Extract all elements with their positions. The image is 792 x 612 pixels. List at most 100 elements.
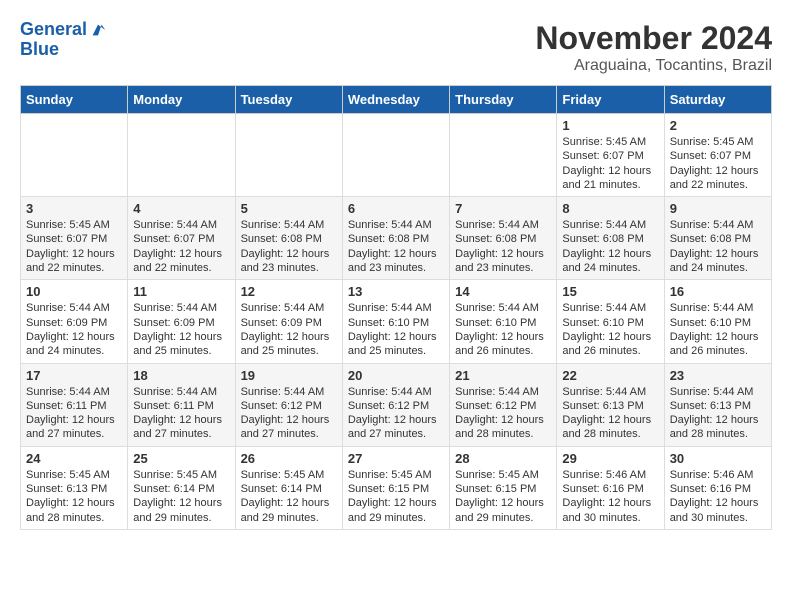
day-info: Sunset: 6:07 PM	[670, 149, 766, 163]
day-info: Daylight: 12 hours and 27 minutes.	[26, 413, 122, 442]
day-info: Daylight: 12 hours and 26 minutes.	[455, 330, 551, 359]
calendar-cell: 10Sunrise: 5:44 AMSunset: 6:09 PMDayligh…	[21, 280, 128, 363]
day-info: Sunrise: 5:44 AM	[562, 301, 658, 315]
calendar-cell: 21Sunrise: 5:44 AMSunset: 6:12 PMDayligh…	[450, 363, 557, 446]
day-info: Sunrise: 5:45 AM	[348, 468, 444, 482]
logo-icon	[89, 21, 107, 39]
weekday-header-friday: Friday	[557, 86, 664, 114]
day-number: 30	[670, 451, 766, 466]
day-info: Sunset: 6:13 PM	[562, 399, 658, 413]
day-info: Daylight: 12 hours and 26 minutes.	[562, 330, 658, 359]
calendar-cell: 5Sunrise: 5:44 AMSunset: 6:08 PMDaylight…	[235, 197, 342, 280]
calendar-cell: 23Sunrise: 5:44 AMSunset: 6:13 PMDayligh…	[664, 363, 771, 446]
day-info: Daylight: 12 hours and 27 minutes.	[348, 413, 444, 442]
location-subtitle: Araguaina, Tocantins, Brazil	[535, 57, 772, 75]
day-number: 26	[241, 451, 337, 466]
day-info: Sunrise: 5:44 AM	[133, 218, 229, 232]
calendar-week-1: 1Sunrise: 5:45 AMSunset: 6:07 PMDaylight…	[21, 114, 772, 197]
day-info: Sunrise: 5:44 AM	[133, 385, 229, 399]
day-number: 24	[26, 451, 122, 466]
month-title: November 2024	[535, 20, 772, 57]
day-info: Sunset: 6:08 PM	[670, 232, 766, 246]
calendar-cell: 22 Sunrise: 5:44 AMSunset: 6:13 PMDayligh…	[557, 363, 664, 446]
day-number: 7	[455, 201, 551, 216]
day-number: 25	[133, 451, 229, 466]
calendar-cell: 12Sunrise: 5:44 AMSunset: 6:09 PMDayligh…	[235, 280, 342, 363]
day-info: Daylight: 12 hours and 29 minutes.	[241, 496, 337, 525]
calendar-cell: 16Sunrise: 5:44 AMSunset: 6:10 PMDayligh…	[664, 280, 771, 363]
day-info: Sunset: 6:10 PM	[670, 316, 766, 330]
calendar-cell: 13Sunrise: 5:44 AMSunset: 6:10 PMDayligh…	[342, 280, 449, 363]
day-info: Sunrise: 5:44 AM	[241, 301, 337, 315]
day-number: 3	[26, 201, 122, 216]
day-number: 11	[133, 284, 229, 299]
day-info: Sunset: 6:16 PM	[670, 482, 766, 496]
calendar-cell: 14Sunrise: 5:44 AMSunset: 6:10 PMDayligh…	[450, 280, 557, 363]
day-number: 19	[241, 368, 337, 383]
day-info: Daylight: 12 hours and 22 minutes.	[133, 247, 229, 276]
calendar-week-4: 17Sunrise: 5:44 AMSunset: 6:11 PMDayligh…	[21, 363, 772, 446]
day-info: Sunset: 6:07 PM	[26, 232, 122, 246]
calendar-cell: 20Sunrise: 5:44 AMSunset: 6:12 PMDayligh…	[342, 363, 449, 446]
day-number: 18	[133, 368, 229, 383]
calendar-cell: 29 Sunrise: 5:46 AMSunset: 6:16 PMDayligh…	[557, 446, 664, 529]
day-info: Sunset: 6:10 PM	[348, 316, 444, 330]
day-number: 9	[670, 201, 766, 216]
day-info: Sunset: 6:08 PM	[562, 232, 658, 246]
calendar-cell: 25Sunrise: 5:45 AMSunset: 6:14 PMDayligh…	[128, 446, 235, 529]
page-header: General Blue November 2024 Araguaina, To…	[20, 20, 772, 75]
day-info: Daylight: 12 hours and 23 minutes.	[241, 247, 337, 276]
day-info: Sunset: 6:16 PM	[562, 482, 658, 496]
day-number: 16	[670, 284, 766, 299]
day-number: 27	[348, 451, 444, 466]
calendar-cell: 27Sunrise: 5:45 AMSunset: 6:15 PMDayligh…	[342, 446, 449, 529]
calendar-cell	[21, 114, 128, 197]
calendar-cell: 11Sunrise: 5:44 AMSunset: 6:09 PMDayligh…	[128, 280, 235, 363]
day-info: Sunrise: 5:44 AM	[241, 218, 337, 232]
day-info: Sunset: 6:09 PM	[133, 316, 229, 330]
day-info: Sunrise: 5:44 AM	[241, 385, 337, 399]
day-info: Daylight: 12 hours and 23 minutes.	[455, 247, 551, 276]
day-info: Sunrise: 5:46 AM	[562, 468, 658, 482]
day-info: Sunset: 6:13 PM	[26, 482, 122, 496]
day-info: Daylight: 12 hours and 25 minutes.	[133, 330, 229, 359]
calendar-cell: 15Sunrise: 5:44 AMSunset: 6:10 PMDayligh…	[557, 280, 664, 363]
weekday-header-sunday: Sunday	[21, 86, 128, 114]
day-info: Sunset: 6:12 PM	[455, 399, 551, 413]
day-info: Sunset: 6:11 PM	[133, 399, 229, 413]
day-info: Sunset: 6:09 PM	[26, 316, 122, 330]
day-number: 29	[562, 451, 658, 466]
day-info: Sunrise: 5:44 AM	[455, 218, 551, 232]
weekday-header-monday: Monday	[128, 86, 235, 114]
weekday-header-thursday: Thursday	[450, 86, 557, 114]
day-info: Daylight: 12 hours and 28 minutes.	[562, 413, 658, 442]
weekday-header-tuesday: Tuesday	[235, 86, 342, 114]
day-info: Sunrise: 5:44 AM	[348, 385, 444, 399]
day-info: Sunset: 6:08 PM	[348, 232, 444, 246]
day-info: Sunrise: 5:44 AM	[26, 301, 122, 315]
day-info: Sunset: 6:14 PM	[241, 482, 337, 496]
day-number: 14	[455, 284, 551, 299]
day-info: Daylight: 12 hours and 25 minutes.	[348, 330, 444, 359]
day-info: Daylight: 12 hours and 27 minutes.	[133, 413, 229, 442]
day-number: 10	[26, 284, 122, 299]
day-info: Daylight: 12 hours and 30 minutes.	[562, 496, 658, 525]
day-number: 13	[348, 284, 444, 299]
day-info: Sunrise: 5:44 AM	[670, 218, 766, 232]
calendar-week-3: 10Sunrise: 5:44 AMSunset: 6:09 PMDayligh…	[21, 280, 772, 363]
day-number: 8	[562, 201, 658, 216]
day-number: 22	[562, 368, 658, 383]
day-info: Sunrise: 5:45 AM	[133, 468, 229, 482]
calendar-cell	[235, 114, 342, 197]
day-info: Daylight: 12 hours and 30 minutes.	[670, 496, 766, 525]
day-info: Sunrise: 5:44 AM	[562, 385, 658, 399]
calendar-cell	[450, 114, 557, 197]
calendar-cell	[128, 114, 235, 197]
day-info: Sunrise: 5:44 AM	[670, 301, 766, 315]
day-info: Sunrise: 5:46 AM	[670, 468, 766, 482]
calendar-cell: 30 Sunrise: 5:46 AMSunset: 6:16 PMDayligh…	[664, 446, 771, 529]
day-info: Daylight: 12 hours and 29 minutes.	[133, 496, 229, 525]
day-info: Sunrise: 5:44 AM	[670, 385, 766, 399]
day-info: Daylight: 12 hours and 29 minutes.	[348, 496, 444, 525]
day-info: Daylight: 12 hours and 28 minutes.	[26, 496, 122, 525]
